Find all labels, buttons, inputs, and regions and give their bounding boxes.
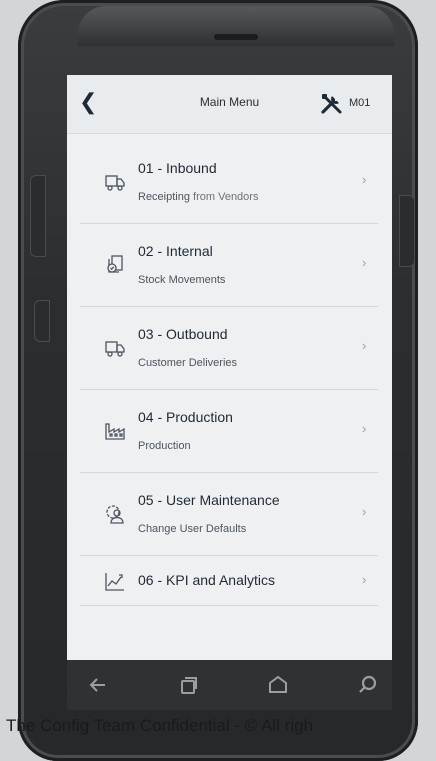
side-button-left-lower: [34, 300, 50, 342]
menu-item-subtitle: Receipting from Vendors: [138, 191, 259, 203]
android-recents-icon[interactable]: [177, 674, 199, 696]
chevron-right-icon: ›: [362, 504, 367, 519]
chevron-right-icon: ›: [362, 421, 367, 436]
device-top-bumper: [78, 6, 394, 46]
chevron-right-icon: ›: [362, 572, 367, 587]
device-code: M01: [349, 97, 371, 109]
side-button-right: [399, 195, 415, 267]
chevron-right-icon: ›: [362, 172, 367, 187]
truck-icon: [105, 341, 125, 357]
chevron-right-icon: ›: [362, 338, 367, 353]
stock-movement-icon: [107, 255, 123, 273]
menu-item-title: 02 - Internal: [138, 243, 213, 259]
android-home-icon[interactable]: [267, 674, 289, 696]
menu-item-title: 03 - Outbound: [138, 326, 228, 342]
menu-item-user-maintenance[interactable]: 05 - User Maintenance Change User Defaul…: [80, 473, 378, 556]
menu-item-title: 01 - Inbound: [138, 160, 217, 176]
menu-item-title: 05 - User Maintenance: [138, 492, 280, 508]
earpiece-speaker: [214, 34, 258, 40]
android-search-icon[interactable]: [357, 674, 379, 696]
menu-item-title: 04 - Production: [138, 409, 233, 425]
chart-icon: [105, 573, 124, 591]
menu-item-subtitle: Change User Defaults: [138, 523, 247, 535]
menu-item-production[interactable]: 04 - Production Production ›: [80, 390, 378, 473]
app-screen: ❮ Main Menu M01 01 - Inbound Receipting …: [67, 75, 392, 660]
chevron-right-icon: ›: [362, 255, 367, 270]
tools-icon[interactable]: [320, 92, 344, 116]
side-button-left: [30, 175, 46, 257]
menu-item-internal[interactable]: 02 - Internal Stock Movements ›: [80, 224, 378, 307]
menu-item-subtitle: Customer Deliveries: [138, 357, 238, 369]
truck-icon: [105, 175, 125, 191]
menu-item-inbound[interactable]: 01 - Inbound Receipting from Vendors ›: [80, 141, 378, 224]
main-menu-list: 01 - Inbound Receipting from Vendors › 0…: [80, 141, 378, 606]
confidential-footer: The Config Team Confidential - © All rig…: [6, 716, 314, 735]
factory-icon: [105, 423, 125, 440]
menu-item-title: 06 - KPI and Analytics: [138, 572, 275, 588]
menu-item-subtitle: Stock Movements: [138, 274, 226, 286]
user-settings-icon: [106, 505, 124, 524]
app-header: ❮ Main Menu M01: [67, 75, 392, 134]
menu-item-outbound[interactable]: 03 - Outbound Customer Deliveries ›: [80, 307, 378, 390]
menu-item-subtitle: Production: [138, 440, 191, 452]
menu-item-kpi-analytics[interactable]: 06 - KPI and Analytics ›: [80, 556, 378, 606]
android-back-icon[interactable]: [87, 674, 109, 696]
android-nav-bar: [67, 660, 392, 710]
